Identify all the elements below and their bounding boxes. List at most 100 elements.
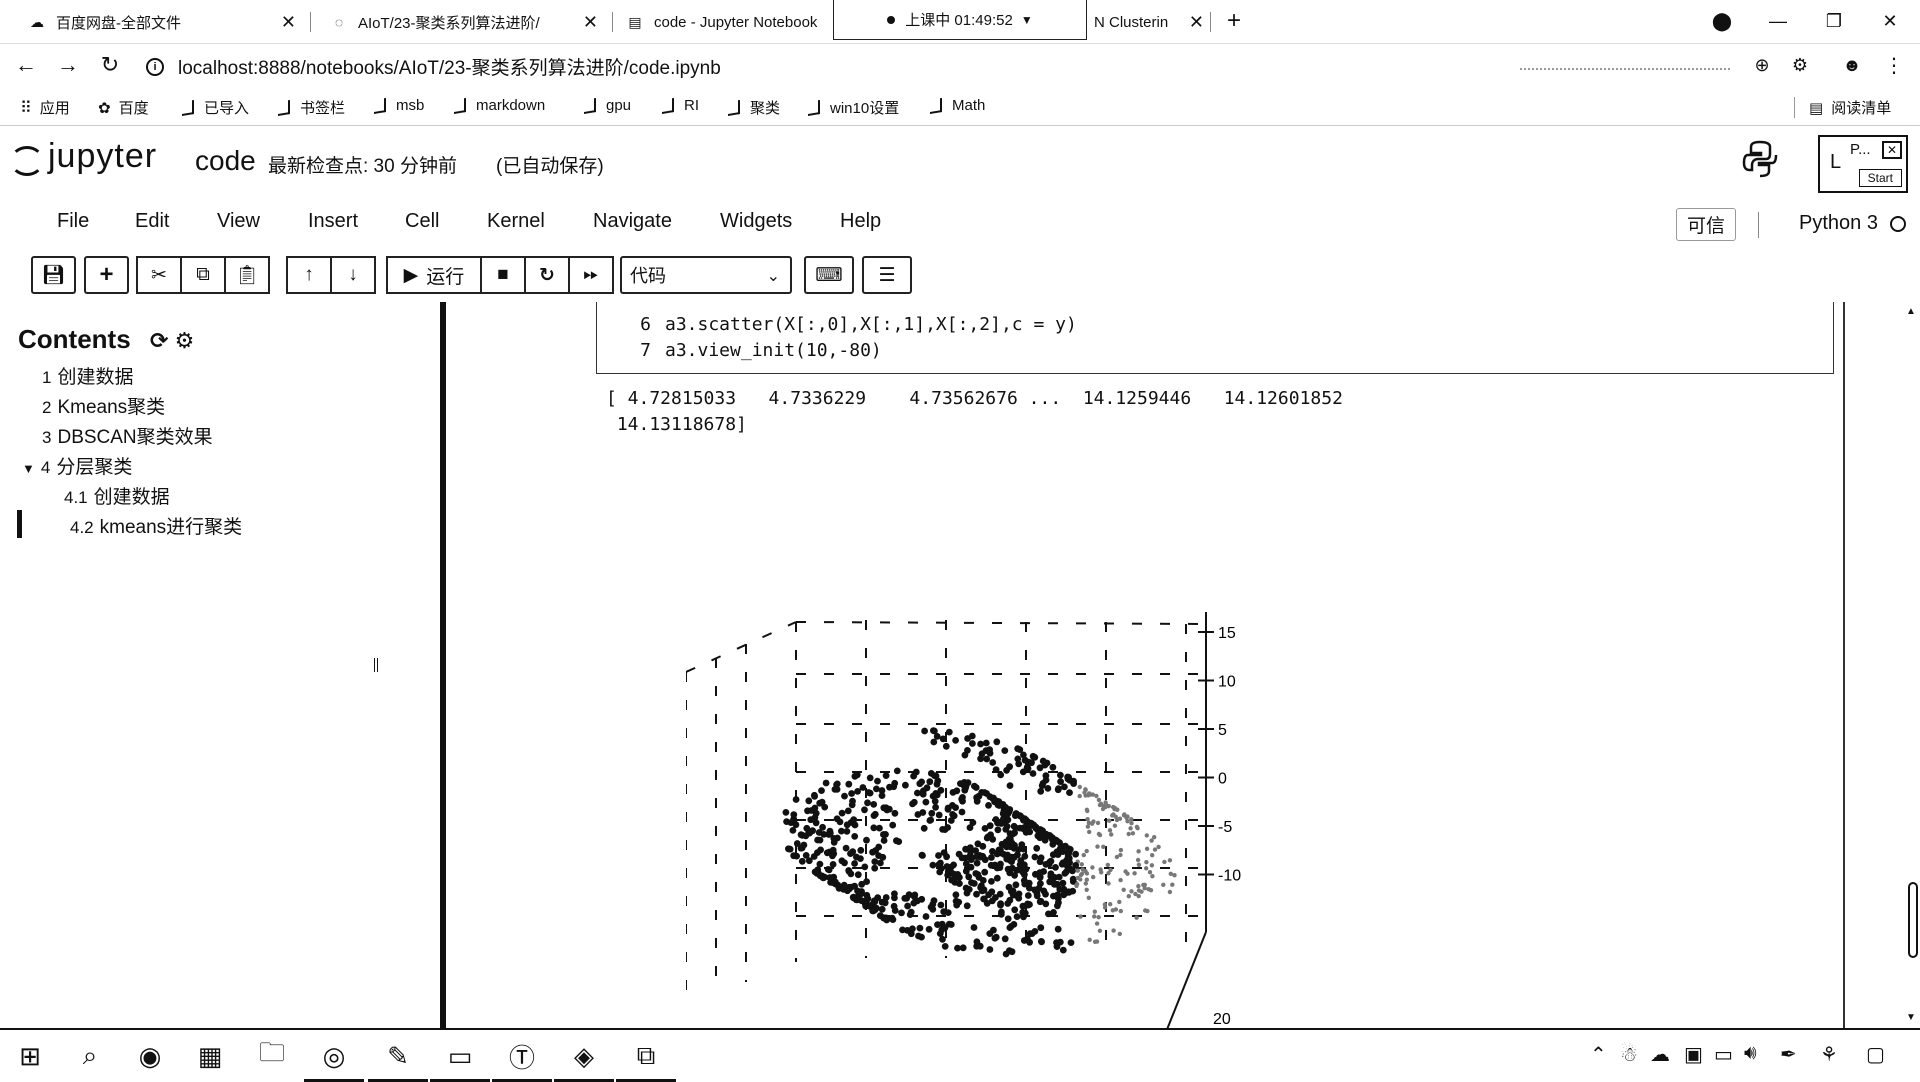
reload-icon[interactable]: ↻: [94, 50, 126, 80]
menu-insert[interactable]: Insert: [308, 210, 358, 233]
bookmark-ri[interactable]: RI: [662, 97, 699, 114]
reading-list[interactable]: ▤ 阅读清单: [1794, 97, 1891, 118]
close-icon[interactable]: ✕: [281, 12, 296, 33]
bookmark-imported[interactable]: 已导入: [182, 97, 249, 118]
paste-icon[interactable]: 📋︎: [224, 256, 270, 294]
zoom-icon[interactable]: ⊕: [1746, 50, 1778, 80]
recording-indicator[interactable]: 上课中 01:49:52 ▼: [833, 0, 1087, 40]
pen-icon[interactable]: ✒: [1780, 1042, 1797, 1067]
python-app-icon[interactable]: ⧉: [616, 1036, 676, 1082]
cloud-icon[interactable]: ☁: [1650, 1042, 1670, 1067]
account-icon[interactable]: ☻: [1836, 50, 1868, 80]
restart-icon[interactable]: ↻: [524, 256, 570, 294]
jupyter-logo[interactable]: jupyter: [8, 137, 157, 176]
scroll-down-icon[interactable]: ▼: [1906, 1012, 1916, 1023]
app-diamond-icon[interactable]: ◈: [554, 1036, 614, 1082]
search-icon[interactable]: ⌕: [68, 1036, 112, 1076]
trusted-badge[interactable]: 可信: [1676, 208, 1737, 241]
tray-monitor-icon[interactable]: ▣: [1684, 1042, 1703, 1067]
cell-type-select[interactable]: 代码 ⌄: [620, 256, 792, 294]
more-menu-icon[interactable]: ⋮: [1878, 50, 1910, 80]
file-explorer-icon[interactable]: 🗀︎: [250, 1036, 294, 1076]
code-cell[interactable]: 6 a3.scatter(X[:,0],X[:,1],X[:,2],c = y) …: [596, 302, 1834, 374]
toc-item[interactable]: 3 DBSCAN聚类效果: [42, 422, 213, 449]
terminal-icon[interactable]: ▭: [430, 1036, 490, 1082]
bookmark-win10[interactable]: win10设置: [808, 97, 899, 118]
menu-cell[interactable]: Cell: [405, 210, 439, 233]
keyboard-icon[interactable]: ⌨: [804, 256, 854, 294]
new-tab-icon[interactable]: +: [1216, 6, 1252, 36]
profile-icon[interactable]: ⬤: [1704, 6, 1740, 36]
ime-icon[interactable]: ⚘: [1820, 1042, 1838, 1067]
close-icon[interactable]: ✕: [1882, 141, 1902, 159]
menu-navigate[interactable]: Navigate: [593, 210, 672, 233]
windows-start-icon[interactable]: ⊞: [8, 1036, 52, 1076]
back-icon[interactable]: ←: [10, 50, 42, 80]
close-icon[interactable]: ✕: [1189, 12, 1204, 33]
tray-expand-icon[interactable]: ⌃: [1590, 1042, 1607, 1067]
volume-icon[interactable]: 🔊︎: [1744, 1042, 1757, 1065]
bookmark-gpu[interactable]: gpu: [584, 97, 631, 114]
start-button[interactable]: Start: [1858, 169, 1902, 187]
typora-icon[interactable]: Ⓣ: [492, 1036, 552, 1082]
notebook-name[interactable]: code: [195, 145, 256, 177]
refresh-icon[interactable]: ⟳: [150, 328, 168, 353]
menu-help[interactable]: Help: [840, 210, 881, 233]
chrome-icon[interactable]: ◎: [304, 1036, 364, 1082]
menu-kernel[interactable]: Kernel: [487, 210, 545, 233]
pycharm-icon[interactable]: ✎: [368, 1036, 428, 1082]
scroll-up-icon[interactable]: ▲: [1906, 306, 1916, 317]
url-field[interactable]: i localhost:8888/notebooks/AIoT/23-聚类系列算…: [146, 53, 721, 80]
move-down-icon[interactable]: ↓: [330, 256, 376, 294]
copy-icon[interactable]: ⧉: [180, 256, 226, 294]
scatter-point: [861, 863, 869, 871]
close-window-icon[interactable]: ✕: [1872, 6, 1908, 36]
menu-widgets[interactable]: Widgets: [720, 210, 792, 233]
menu-file[interactable]: File: [57, 210, 89, 233]
extension-icon[interactable]: ⚙: [1784, 50, 1816, 80]
run-button[interactable]: ▶ 运行: [386, 256, 482, 294]
toc-list-icon[interactable]: ☰: [862, 256, 912, 294]
site-info-icon[interactable]: i: [146, 57, 164, 76]
insert-cell-icon[interactable]: +: [84, 256, 129, 294]
bookmark-apps[interactable]: ⠿ 应用: [20, 97, 70, 118]
menu-view[interactable]: View: [217, 210, 260, 233]
menu-edit[interactable]: Edit: [135, 210, 169, 233]
scatter-point: [1011, 906, 1019, 914]
bookmark-markdown[interactable]: markdown: [454, 97, 545, 114]
toc-item[interactable]: ▼ 4 分层聚类: [22, 452, 132, 479]
tab-jupyter-notebook[interactable]: ▤ code - Jupyter Notebook: [614, 4, 840, 40]
minimize-icon[interactable]: —: [1760, 6, 1796, 36]
gear-icon[interactable]: ⚙: [175, 328, 195, 353]
bookmark-clustering[interactable]: 聚类: [728, 97, 780, 118]
move-up-icon[interactable]: ↑: [286, 256, 332, 294]
network-icon[interactable]: ▭: [1714, 1042, 1733, 1067]
scrollbar-thumb[interactable]: [1908, 882, 1918, 958]
notification-icon[interactable]: ▢: [1866, 1042, 1885, 1067]
tab-clustering[interactable]: N Clusterin ✕: [1082, 4, 1208, 40]
restart-run-all-icon[interactable]: ⏩︎: [568, 256, 614, 294]
interrupt-icon[interactable]: ■: [480, 256, 526, 294]
tab-aiot-folder[interactable]: ◌ AIoT/23-聚类系列算法进阶/ ✕: [318, 4, 608, 40]
forward-icon[interactable]: →: [52, 50, 84, 80]
cut-icon[interactable]: ✂: [136, 256, 182, 294]
toc-item[interactable]: 2 Kmeans聚类: [42, 392, 165, 419]
cortana-icon[interactable]: ◉: [128, 1036, 172, 1076]
bookmark-msb[interactable]: msb: [374, 97, 424, 114]
close-icon[interactable]: ✕: [583, 12, 598, 33]
kernel-name[interactable]: Python 3: [1799, 212, 1878, 235]
collapse-triangle-icon[interactable]: ▼: [22, 461, 35, 476]
toc-resize-handle[interactable]: [374, 658, 378, 672]
toc-item-active[interactable]: 4.2 kmeans进行聚类: [70, 512, 242, 539]
toc-item[interactable]: 1 创建数据: [42, 362, 133, 389]
bookmark-baidu[interactable]: ✿ 百度: [98, 97, 149, 118]
save-icon[interactable]: 💾︎: [31, 256, 76, 294]
bookmark-bar-folder[interactable]: 书签栏: [278, 97, 345, 118]
tray-app-icon[interactable]: ☃: [1620, 1042, 1638, 1067]
tab-baidu-netdisk[interactable]: ☁ 百度网盘-全部文件 ✕: [16, 4, 306, 40]
toc-item[interactable]: 4.1 创建数据: [64, 482, 170, 509]
bookmark-math[interactable]: Math: [930, 97, 985, 114]
restore-icon[interactable]: ❐: [1816, 6, 1852, 36]
floating-widget[interactable]: L P... ✕ Start: [1818, 135, 1908, 193]
task-view-icon[interactable]: ▦: [188, 1036, 232, 1076]
